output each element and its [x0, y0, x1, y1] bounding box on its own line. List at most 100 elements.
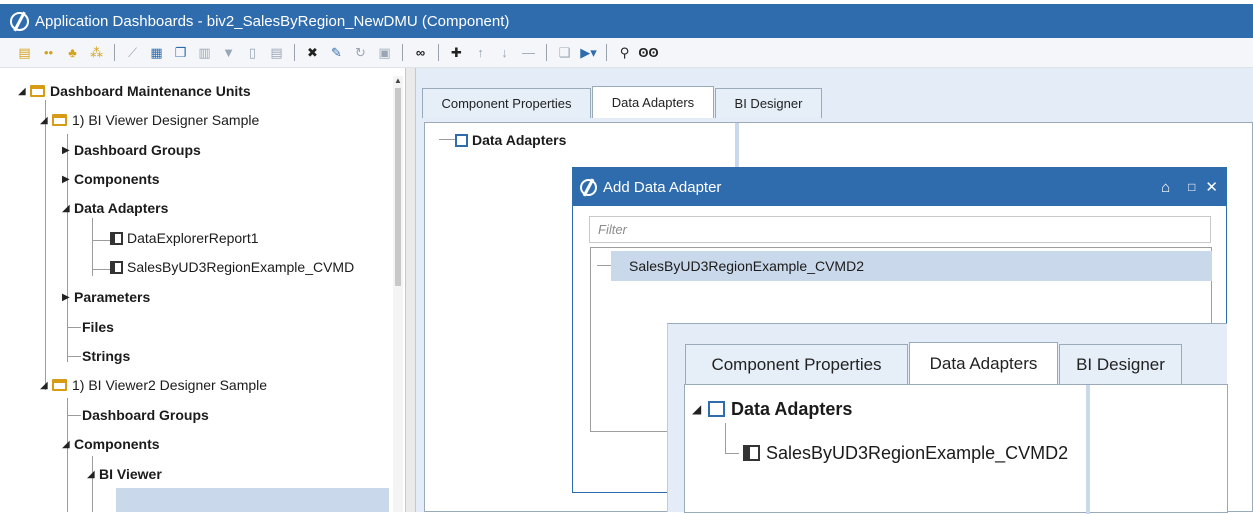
toolbar-separator — [402, 44, 403, 61]
tree-item-dashboard-groups-2[interactable]: Dashboard Groups — [82, 404, 209, 426]
binoculars-icon[interactable]: ∞ — [410, 42, 431, 63]
pane-splitter[interactable] — [405, 68, 416, 512]
zoom-panel: ◢ Data Adapters SalesByUD3RegionExample_… — [684, 384, 1228, 514]
refresh-icon[interactable]: ↻ — [350, 42, 371, 63]
window-title: Application Dashboards - biv2_SalesByReg… — [35, 12, 510, 30]
filter-icon[interactable]: ▼ — [218, 42, 239, 63]
dialog-title: Add Data Adapter — [603, 178, 722, 196]
zoomed-inset: Component Properties Data Adapters BI De… — [667, 323, 1228, 514]
tree-adapter-item[interactable]: DataExplorerReport1 — [110, 227, 259, 249]
window-icon[interactable]: ❐ — [170, 42, 191, 63]
expand-icon[interactable]: ▶ — [62, 174, 74, 185]
grid-icon[interactable]: ▦ — [146, 42, 167, 63]
tree-line — [45, 100, 46, 390]
up-arrow-icon[interactable]: ↑ — [470, 42, 491, 63]
zoom-adapter-item[interactable]: SalesByUD3RegionExample_CVMD2 — [743, 439, 1068, 467]
toolbar: ▤ •• ♣ ⁂ ⟋ ▦ ❐ ▥ ▼ ▯ ▤ ✖ ✎ ↻ ▣ ∞ ✚ ↑ ↓ —… — [0, 38, 1253, 68]
tab-bi-designer[interactable]: BI Designer — [715, 88, 822, 118]
tree-item-parameters[interactable]: ▶ Parameters — [62, 286, 150, 308]
save-icon[interactable]: ▣ — [374, 42, 395, 63]
adapter-list-item[interactable]: SalesByUD3RegionExample_CVMD2 — [611, 251, 1212, 281]
collapse-icon[interactable]: ◢ — [40, 380, 52, 391]
tree-line — [92, 240, 110, 241]
tree-item-files[interactable]: Files — [82, 316, 114, 338]
tree-unit-2[interactable]: ◢ 1) BI Viewer2 Designer Sample — [40, 374, 267, 396]
tree-line — [439, 139, 455, 140]
zoom-data-adapters-root[interactable]: ◢ Data Adapters — [692, 395, 852, 423]
app-logo-icon — [580, 178, 597, 196]
glasses-icon[interactable]: ʘʘ — [638, 42, 659, 63]
down-arrow-icon[interactable]: ↓ — [494, 42, 515, 63]
tree-root[interactable]: ◢ Dashboard Maintenance Units — [18, 80, 251, 102]
tree-line — [725, 423, 726, 453]
tree-item-components[interactable]: ▶ Components — [62, 168, 160, 190]
collapse-icon[interactable]: ◢ — [62, 439, 74, 450]
zoom-tab-bi-designer[interactable]: BI Designer — [1059, 344, 1182, 384]
data-adapter-icon — [110, 231, 123, 245]
expand-icon[interactable]: ▶ — [62, 292, 74, 303]
maximize-icon[interactable]: □ — [1188, 180, 1195, 194]
tree-line — [67, 415, 81, 416]
tree-scrollbar[interactable]: ▲ — [393, 76, 403, 512]
toolbar-separator — [114, 44, 115, 61]
document-icon[interactable]: ▯ — [242, 42, 263, 63]
toolbar-separator — [546, 44, 547, 61]
table-icon — [708, 401, 725, 417]
collapse-icon[interactable]: ◢ — [18, 86, 30, 97]
folder-icon — [52, 379, 67, 391]
table-icon — [455, 133, 468, 147]
dialog-titlebar: Add Data Adapter ⌂ □ ✕ — [573, 168, 1226, 206]
toolbar-separator — [606, 44, 607, 61]
tab-data-adapters[interactable]: Data Adapters — [592, 86, 714, 118]
window-titlebar: Application Dashboards - biv2_SalesByReg… — [0, 0, 1253, 38]
data-adapters-root[interactable]: Data Adapters — [455, 129, 566, 151]
app-logo-icon — [10, 11, 29, 31]
list-icon[interactable]: ▤ — [266, 42, 287, 63]
minus-icon[interactable]: — — [518, 42, 539, 63]
group-icon[interactable]: ♣ — [62, 42, 83, 63]
zoom-tab-component-properties[interactable]: Component Properties — [685, 344, 908, 384]
tree-line — [67, 356, 81, 357]
tree-item-dashboard-groups[interactable]: ▶ Dashboard Groups — [62, 139, 201, 161]
tree-item-strings[interactable]: Strings — [82, 345, 130, 367]
collapse-icon[interactable]: ◢ — [62, 203, 74, 214]
folder-icon — [52, 114, 67, 126]
collapse-icon[interactable]: ◢ — [40, 115, 52, 126]
close-icon[interactable]: ✕ — [1205, 178, 1218, 196]
dots-icon[interactable]: •• — [38, 42, 59, 63]
selected-tree-row[interactable] — [116, 488, 389, 512]
tree-line — [92, 218, 93, 276]
tree-line — [725, 453, 739, 454]
add-icon[interactable]: ✚ — [446, 42, 467, 63]
calendar-icon[interactable]: ▤ — [14, 42, 35, 63]
tree-item-data-adapters[interactable]: ◢ Data Adapters — [62, 197, 168, 219]
add-group-icon[interactable]: ⁂ — [86, 42, 107, 63]
zoom-tab-data-adapters[interactable]: Data Adapters — [909, 342, 1058, 384]
tree-line — [67, 327, 81, 328]
edit-icon[interactable]: ✎ — [326, 42, 347, 63]
tab-component-properties[interactable]: Component Properties — [422, 88, 591, 118]
copy-icon[interactable]: ❏ — [554, 42, 575, 63]
scroll-up-icon[interactable]: ▲ — [394, 76, 402, 85]
zoom-tabs: Component Properties Data Adapters BI De… — [685, 342, 1183, 384]
tree-item-bi-viewer[interactable]: ◢ BI Viewer — [87, 463, 162, 485]
collapse-icon[interactable]: ◢ — [692, 402, 708, 416]
tree-line — [92, 269, 110, 270]
chart-icon[interactable]: ⟋ — [122, 42, 143, 63]
search-icon[interactable]: ⚲ — [614, 42, 635, 63]
pin-icon[interactable]: ⌂ — [1161, 179, 1170, 196]
collapse-icon[interactable]: ◢ — [87, 469, 99, 480]
delete-icon[interactable]: ✖ — [302, 42, 323, 63]
filter-input[interactable]: Filter — [589, 216, 1211, 243]
folder-icon — [30, 85, 45, 97]
dashboard-tree: ◢ Dashboard Maintenance Units ◢ 1) BI Vi… — [0, 76, 405, 512]
data-adapter-icon — [743, 445, 760, 461]
toolbar-separator — [294, 44, 295, 61]
scrollbar-thumb[interactable] — [395, 88, 401, 286]
tree-adapter-item[interactable]: SalesByUD3RegionExample_CVMD — [110, 256, 354, 278]
tree-item-components-2[interactable]: ◢ Components — [62, 433, 160, 455]
columns-icon[interactable]: ▥ — [194, 42, 215, 63]
tree-unit-1[interactable]: ◢ 1) BI Viewer Designer Sample — [40, 109, 259, 131]
expand-icon[interactable]: ▶ — [62, 145, 74, 156]
run-icon[interactable]: ▶▾ — [578, 42, 599, 63]
